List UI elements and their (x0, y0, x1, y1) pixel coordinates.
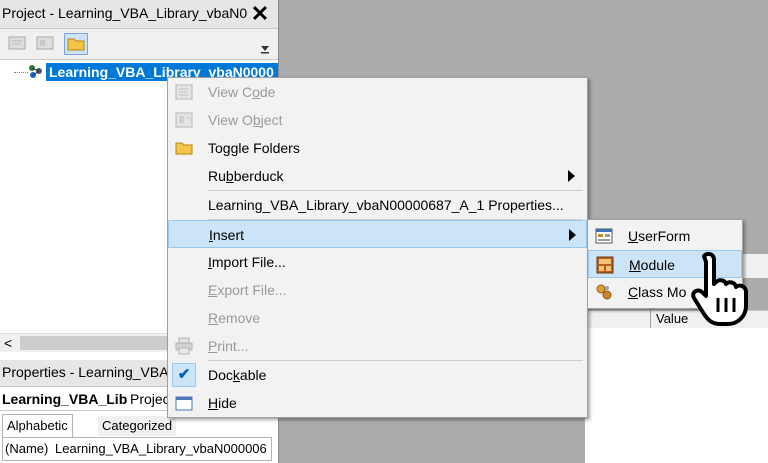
column-separator[interactable] (650, 310, 651, 328)
tab-categorized[interactable]: Categorized (98, 416, 177, 436)
submenu-arrow-icon (568, 170, 575, 182)
view-code-icon (8, 36, 26, 50)
folder-icon (174, 138, 194, 158)
object-type: Project (130, 391, 170, 407)
view-object-icon (174, 110, 194, 130)
project-explorer-title: Project - Learning_VBA_Library_vbaN00 (2, 5, 247, 21)
view-object-toolbar-button[interactable] (34, 33, 56, 53)
menu-item-view-code[interactable]: View Code (168, 78, 587, 106)
menu-item-import-file[interactable]: Import File... (168, 248, 587, 276)
scrollbar-thumb[interactable] (20, 336, 168, 350)
property-row-name[interactable]: (Name) Learning_VBA_Library_vbaN000006 (2, 437, 272, 461)
menu-item-dockable[interactable]: ✔ Dockable (168, 361, 587, 389)
toggle-folders-toolbar-button[interactable] (64, 33, 88, 55)
menu-item-rubberduck[interactable]: Rubberduck (168, 162, 587, 190)
view-code-icon (174, 82, 194, 102)
menu-item-remove[interactable]: Remove (168, 304, 587, 332)
close-button[interactable]: ✕ (248, 2, 272, 26)
checkmark-icon: ✔ (172, 363, 196, 387)
scroll-left-icon[interactable]: < (4, 334, 12, 352)
submenu-item-userform[interactable]: UserForm (588, 222, 742, 250)
property-value[interactable]: Learning_VBA_Library_vbaN000006 (55, 441, 269, 456)
menu-item-hide[interactable]: Hide (168, 389, 587, 417)
value-grid-area (585, 328, 768, 463)
tab-alphabetic[interactable]: Alphabetic (2, 414, 73, 437)
folder-icon (67, 38, 85, 51)
hand-pointer-icon (686, 250, 752, 326)
close-icon: ✕ (250, 1, 270, 26)
userform-icon (594, 226, 614, 246)
menu-item-view-object[interactable]: View Object (168, 106, 587, 134)
view-object-icon (36, 36, 54, 50)
chevron-down-icon (261, 46, 269, 54)
vba-project-icon (26, 62, 46, 80)
project-explorer-titlebar: Project - Learning_VBA_Library_vbaN00 ✕ (0, 0, 278, 29)
menu-item-toggle-folders[interactable]: Toggle Folders (168, 134, 587, 162)
menu-item-print[interactable]: Print... (168, 332, 587, 360)
property-key: (Name) (5, 441, 49, 456)
project-explorer-toolbar (0, 29, 278, 60)
menu-item-export-file[interactable]: Export File... (168, 276, 587, 304)
module-icon (595, 255, 615, 275)
submenu-arrow-icon (569, 229, 576, 241)
value-header-label: Value (656, 311, 689, 326)
class-module-icon (594, 282, 614, 302)
context-menu: View Code View Object Toggle Folders Rub… (167, 77, 588, 418)
printer-icon (174, 336, 194, 356)
menu-item-insert[interactable]: Insert (168, 220, 587, 248)
toolbar-overflow-button[interactable] (258, 41, 272, 55)
properties-title: Properties - Learning_VBA (2, 364, 169, 380)
object-name: Learning_VBA_Lib (2, 391, 128, 407)
view-code-toolbar-button[interactable] (6, 33, 28, 53)
hide-window-icon (174, 393, 194, 413)
menu-item-properties[interactable]: Learning_VBA_Library_vbaN00000687_A_1 Pr… (168, 191, 587, 219)
